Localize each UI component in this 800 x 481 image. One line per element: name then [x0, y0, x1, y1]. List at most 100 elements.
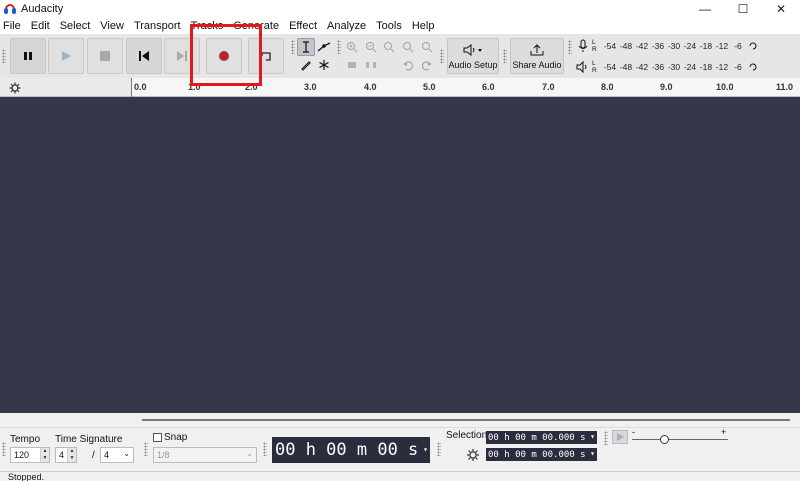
- record-meter[interactable]: L R -54 -48 -42 -36 -30 -24 -18 -12 -6: [576, 36, 800, 56]
- play-at-speed-toolbar-grip[interactable]: [604, 431, 608, 445]
- menu-transport[interactable]: Transport: [134, 20, 181, 32]
- record-meter-options-icon[interactable]: [748, 41, 758, 51]
- record-button[interactable]: [206, 38, 242, 74]
- ruler-tick: 11.0: [776, 82, 794, 92]
- skip-end-icon: [177, 51, 187, 61]
- time-toolbar-grip[interactable]: [263, 442, 267, 456]
- transport-toolbar-grip[interactable]: [2, 49, 6, 63]
- playback-meter-options-icon[interactable]: [748, 62, 758, 72]
- time-display[interactable]: 00 h 00 m 00 s ▾: [272, 437, 430, 463]
- chevron-down-icon: ⌄: [123, 449, 130, 458]
- audio-setup-label: Audio Setup: [448, 60, 498, 70]
- zoom-fit-project-icon: [403, 42, 414, 53]
- loop-button[interactable]: [248, 38, 284, 74]
- chevron-down-icon: ⌄: [246, 449, 253, 458]
- fit-selection-button[interactable]: [380, 38, 398, 56]
- fit-project-button[interactable]: [399, 38, 417, 56]
- selection-start-time[interactable]: 00 h 00 m 00.000 s ▾: [486, 431, 597, 444]
- horizontal-scrollbar[interactable]: [0, 413, 800, 427]
- time-signature-toolbar-grip[interactable]: [2, 442, 6, 456]
- timeline-settings-gear-icon[interactable]: [9, 82, 21, 94]
- menu-select[interactable]: Select: [60, 20, 91, 32]
- skip-to-start-button[interactable]: [126, 38, 162, 74]
- chevron-down-icon: ▾: [423, 445, 428, 454]
- record-meter-scale: -54 -48 -42 -36 -30 -24 -18 -12 -6: [603, 41, 742, 51]
- zoom-in-icon: [347, 42, 358, 53]
- scrollbar-thumb[interactable]: [142, 419, 790, 421]
- draw-tool-button[interactable]: [297, 56, 315, 74]
- chevron-down-icon: ▾: [590, 449, 595, 458]
- numerator-spinner-arrows[interactable]: ▲ ▼: [67, 448, 76, 462]
- pause-icon: [24, 52, 32, 60]
- ruler-tick: 10.0: [716, 82, 734, 92]
- audacity-logo-icon: [4, 4, 16, 14]
- zoom-fit-selection-icon: [384, 42, 395, 53]
- ruler-tick: 6.0: [482, 82, 495, 92]
- menu-tracks[interactable]: Tracks: [191, 20, 224, 32]
- minimize-button[interactable]: —: [686, 0, 724, 18]
- playback-speed-slider-thumb[interactable]: [660, 435, 669, 444]
- play-icon: [617, 433, 624, 441]
- menu-help[interactable]: Help: [412, 20, 435, 32]
- tempo-spinner-arrows[interactable]: ▲ ▼: [40, 448, 49, 462]
- ruler-tick: 3.0: [304, 82, 317, 92]
- trim-audio-button[interactable]: [343, 56, 361, 74]
- skip-start-icon: [139, 51, 149, 61]
- track-area[interactable]: [0, 97, 800, 413]
- menu-analyze[interactable]: Analyze: [327, 20, 366, 32]
- silence-audio-button[interactable]: [362, 56, 380, 74]
- envelope-tool-button[interactable]: [315, 38, 333, 56]
- menu-tools[interactable]: Tools: [376, 20, 402, 32]
- share-audio-toolbar-grip[interactable]: [503, 49, 507, 63]
- meter-toolbar-grip[interactable]: [568, 40, 572, 54]
- timeline-ruler[interactable]: 0.0 1.0 2.0 3.0 4.0 5.0 6.0 7.0 8.0 9.0 …: [131, 78, 800, 97]
- audio-setup-button[interactable]: Audio Setup: [447, 38, 499, 74]
- snap-toolbar-grip[interactable]: [144, 442, 148, 456]
- zoom-toggle-button[interactable]: [418, 38, 436, 56]
- speaker-icon[interactable]: [576, 60, 590, 74]
- redo-button[interactable]: [418, 56, 436, 74]
- skip-to-end-button[interactable]: [164, 38, 200, 74]
- i-beam-icon: [303, 41, 309, 53]
- play-at-speed-button[interactable]: [612, 430, 628, 444]
- close-button[interactable]: ✕: [762, 0, 800, 18]
- undo-button[interactable]: [399, 56, 417, 74]
- zoom-in-button[interactable]: [343, 38, 361, 56]
- pause-button[interactable]: [10, 38, 46, 74]
- tools-toolbar-grip[interactable]: [291, 40, 295, 54]
- redo-icon: [421, 61, 432, 71]
- playback-meter[interactable]: L R -54 -48 -42 -36 -30 -24 -18 -12 -6: [576, 57, 800, 77]
- zoom-out-icon: [366, 42, 377, 53]
- selection-end-time[interactable]: 00 h 00 m 00.000 s ▾: [486, 448, 597, 461]
- trim-icon: [348, 62, 356, 68]
- maximize-button[interactable]: ☐: [724, 0, 762, 18]
- selection-toolbar-grip[interactable]: [437, 442, 441, 456]
- selection-tool-button[interactable]: [297, 38, 315, 56]
- snap-checkbox[interactable]: [153, 433, 162, 442]
- menu-edit[interactable]: Edit: [31, 20, 50, 32]
- time-signature-label: Time Signature: [55, 434, 123, 445]
- ruler-tick: 7.0: [542, 82, 555, 92]
- share-audio-button[interactable]: Share Audio: [510, 38, 564, 74]
- playback-speed-slider-track[interactable]: [632, 439, 728, 440]
- record-meter-channels: L R: [592, 39, 597, 53]
- play-button[interactable]: [48, 38, 84, 74]
- snap-to-select[interactable]: 1/8 ⌄: [153, 447, 257, 463]
- multi-tool-button[interactable]: [315, 56, 333, 74]
- menu-view[interactable]: View: [100, 20, 124, 32]
- edit-toolbar-grip[interactable]: [337, 40, 341, 54]
- microphone-icon[interactable]: [576, 39, 590, 53]
- menu-effect[interactable]: Effect: [289, 20, 317, 32]
- selection-settings-gear-icon[interactable]: [466, 448, 480, 462]
- time-signature-numerator-input[interactable]: 4 ▲ ▼: [55, 447, 77, 463]
- menu-file[interactable]: File: [3, 20, 21, 32]
- silence-icon: [366, 62, 376, 68]
- audio-setup-toolbar-grip[interactable]: [440, 49, 444, 63]
- asterisk-icon: [319, 60, 329, 70]
- stop-button[interactable]: [87, 38, 123, 74]
- time-signature-denominator-select[interactable]: 4 ⌄: [100, 447, 134, 463]
- tempo-input[interactable]: 120 ▲ ▼: [10, 447, 50, 463]
- menu-generate[interactable]: Generate: [233, 20, 279, 32]
- zoom-out-button[interactable]: [362, 38, 380, 56]
- menu-bar: File Edit Select View Transport Tracks G…: [0, 18, 800, 34]
